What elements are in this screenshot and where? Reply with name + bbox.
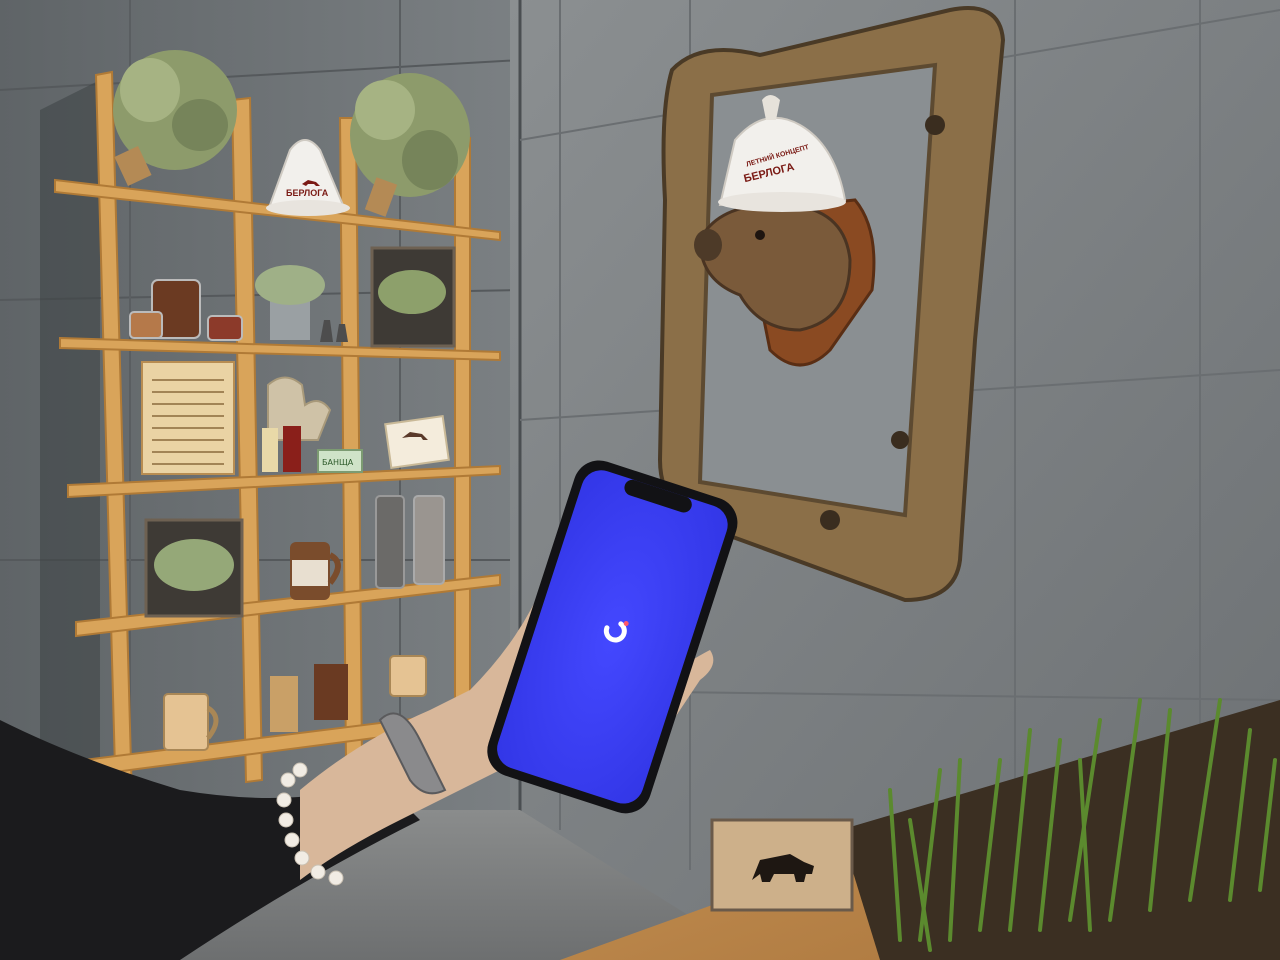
shelf-hat-brand-text: БЕРЛОГА	[286, 188, 329, 198]
shop-cards	[384, 415, 450, 469]
price-list-board	[141, 361, 235, 475]
scene-illustration: БЕРЛОГА БАНЩА БЕРЛОГА ЛЕТНИЙ КОНЦЕПТ	[0, 0, 1280, 960]
soap-box: БАНЩА	[317, 449, 363, 473]
soap-label-text: БАНЩА	[322, 458, 354, 467]
bear-sign-card	[710, 818, 854, 912]
basket-plant-bottom	[144, 518, 244, 618]
photo-scene: БЕРЛОГА БАНЩА БЕРЛОГА ЛЕТНИЙ КОНЦЕПТ	[0, 0, 1280, 960]
basket-plant-top	[370, 246, 456, 348]
